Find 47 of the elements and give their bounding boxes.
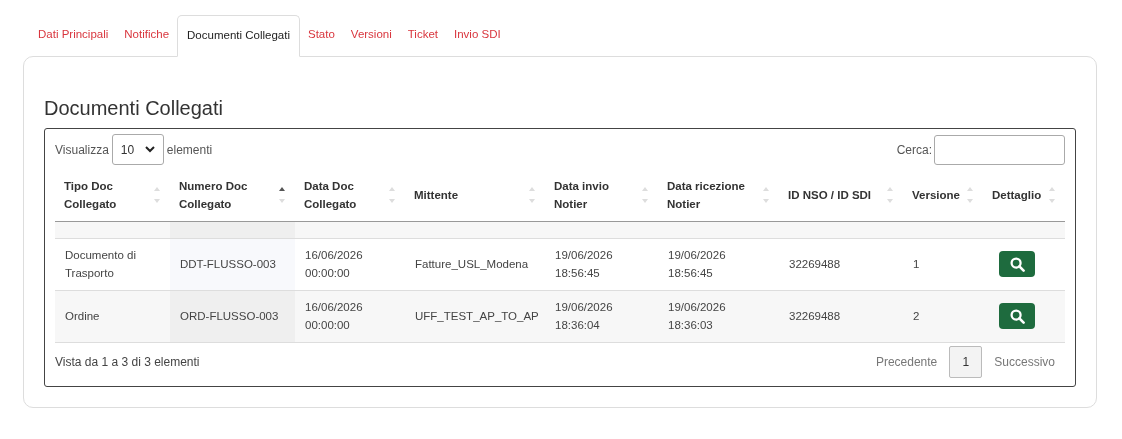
table-cell: UFF_TEST_AP_TO_AP bbox=[405, 290, 545, 342]
table-cell: Ordine bbox=[55, 290, 170, 342]
column-header[interactable]: Dettaglio bbox=[983, 170, 1065, 221]
detail-button[interactable] bbox=[999, 303, 1035, 329]
table-cell: 19/06/2026 18:36:03 bbox=[658, 290, 779, 342]
table-cell: 19/06/2026 18:36:04 bbox=[545, 290, 658, 342]
table-cell: 32269488 bbox=[779, 290, 903, 342]
table-cell: 19/06/2026 18:56:45 bbox=[545, 238, 658, 290]
column-header[interactable]: Numero Doc Collegato bbox=[170, 170, 295, 221]
length-label: Visualizza bbox=[55, 141, 109, 159]
table-info: Vista da 1 a 3 di 3 elementi bbox=[55, 353, 200, 371]
column-header[interactable]: ID NSO / ID SDI bbox=[779, 170, 903, 221]
table-cell: 32269488 bbox=[779, 238, 903, 290]
table-cell: 16/06/2026 00:00:00 bbox=[295, 238, 405, 290]
table-cell: Documento di Trasporto bbox=[55, 238, 170, 290]
page-button[interactable]: 1 bbox=[949, 345, 983, 378]
column-header[interactable]: Versione bbox=[903, 170, 983, 221]
search-label: Cerca: bbox=[896, 141, 932, 159]
search-icon bbox=[1009, 308, 1025, 324]
search-icon bbox=[1009, 256, 1025, 272]
detail-button[interactable] bbox=[999, 251, 1035, 277]
tab[interactable]: Ticket bbox=[399, 14, 446, 56]
section-title: Documenti Collegati bbox=[44, 96, 224, 121]
tab[interactable]: Dati Principali bbox=[30, 14, 117, 56]
search-field[interactable] bbox=[934, 134, 1065, 165]
chevron-down-icon bbox=[144, 146, 155, 153]
tab[interactable]: Versioni bbox=[342, 14, 400, 56]
table-cell: 16/06/2026 00:00:00 bbox=[295, 290, 405, 342]
table-cell: DDT-FLUSSO-003 bbox=[170, 238, 295, 290]
table-cell: 19/06/2026 18:56:45 bbox=[658, 238, 779, 290]
tab[interactable]: Invio SDI bbox=[446, 14, 509, 56]
table-cell: ORD-FLUSSO-003 bbox=[170, 290, 295, 342]
tab[interactable]: Documenti Collegati bbox=[177, 15, 300, 57]
length-label: elementi bbox=[166, 141, 213, 159]
previous-button[interactable]: Precedente bbox=[865, 345, 948, 378]
table-cell: 2 bbox=[903, 290, 983, 342]
next-button[interactable]: Successivo bbox=[984, 345, 1065, 378]
table-cell: 1 bbox=[903, 238, 983, 290]
column-header[interactable]: Tipo Doc Collegato bbox=[55, 170, 170, 221]
column-header[interactable]: Data invio Notier bbox=[545, 170, 658, 221]
column-header[interactable]: Mittente bbox=[405, 170, 545, 221]
tab[interactable]: Notifiche bbox=[116, 14, 178, 56]
tab[interactable]: Stato bbox=[300, 14, 343, 56]
column-header[interactable]: Data ricezione Notier bbox=[658, 170, 779, 221]
column-header[interactable]: Data Doc Collegato bbox=[295, 170, 405, 221]
table-cell: Fatture_USL_Modena bbox=[405, 238, 545, 290]
page-length-select[interactable]: 10 bbox=[111, 134, 164, 165]
